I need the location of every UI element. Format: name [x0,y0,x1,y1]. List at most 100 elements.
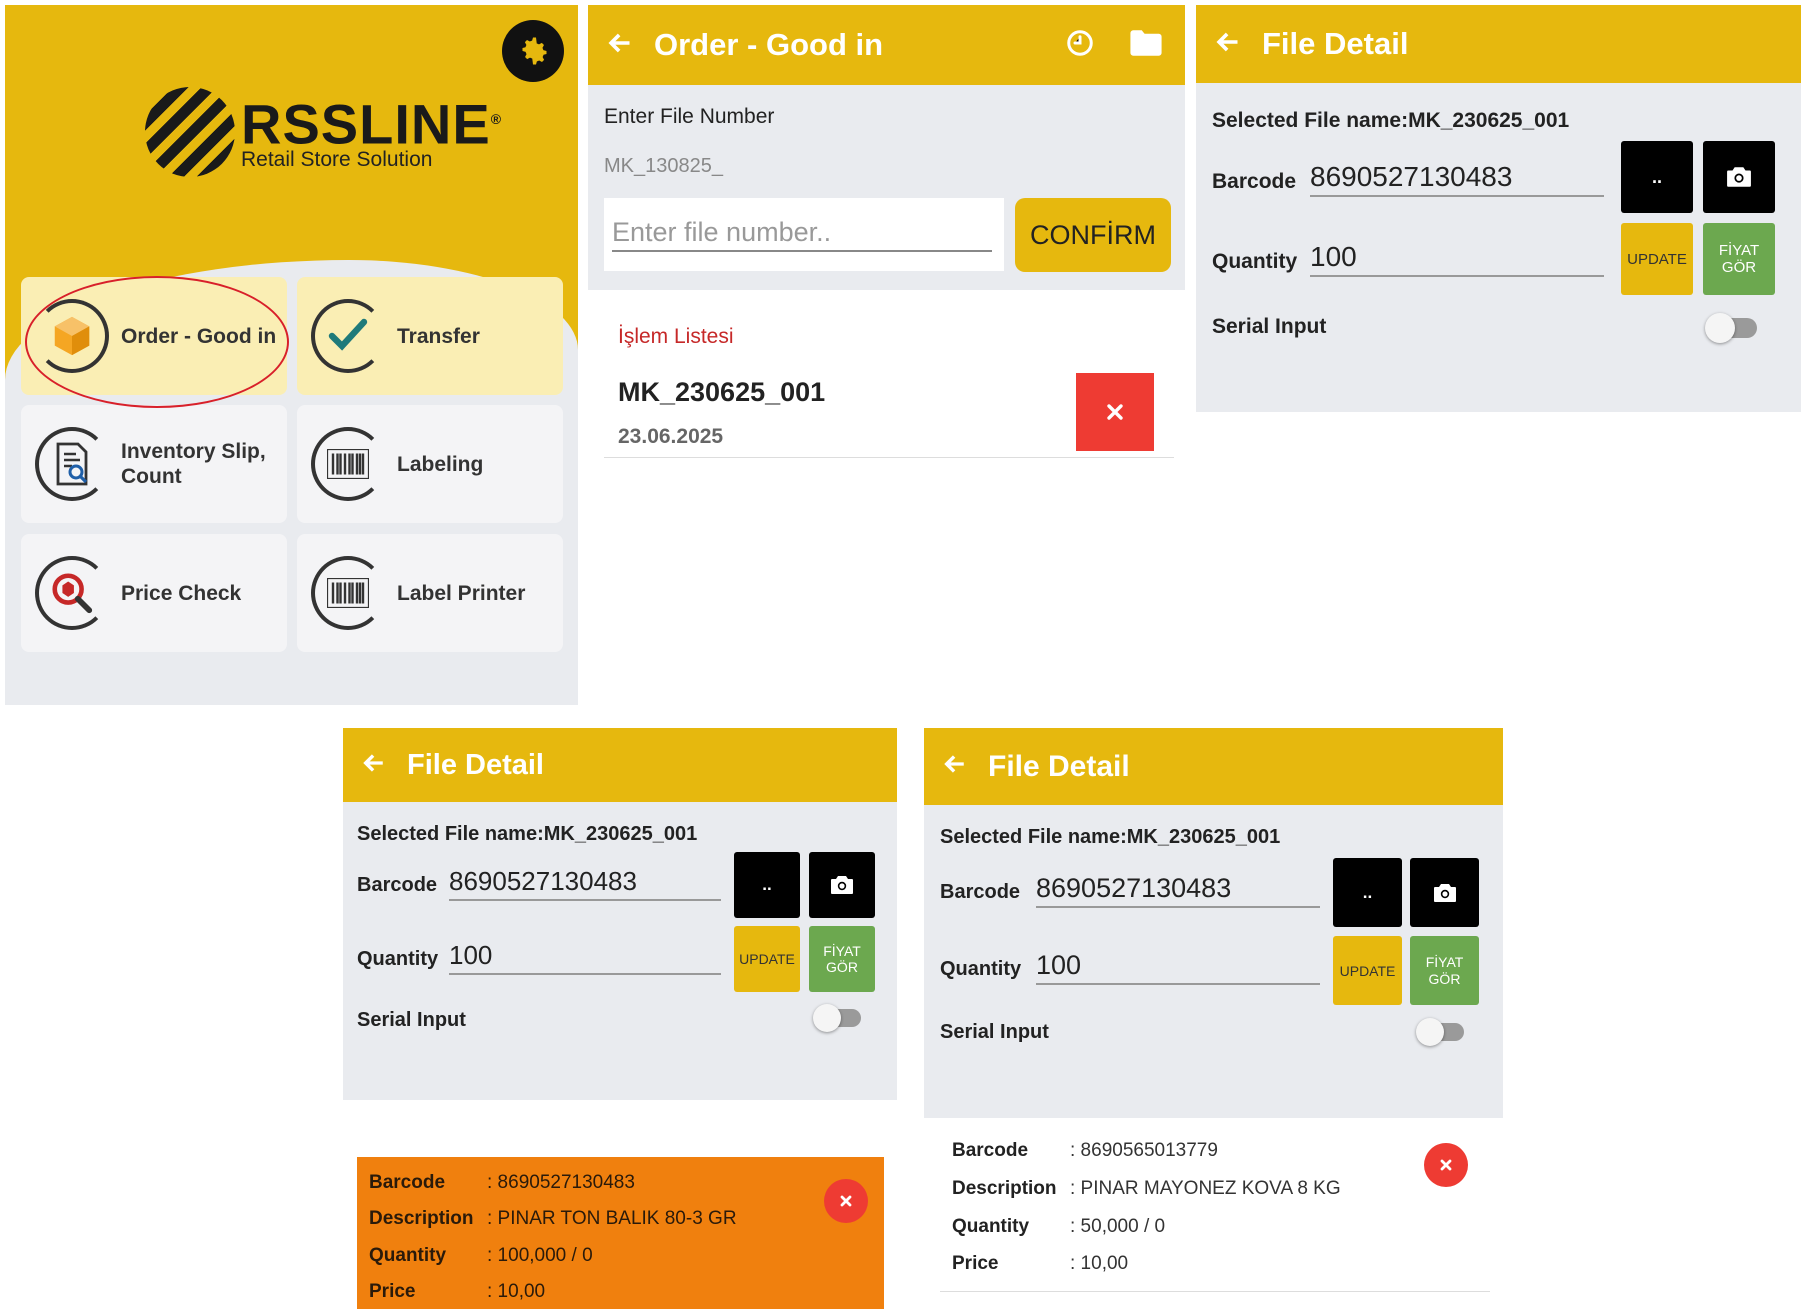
close-icon [1440,1159,1452,1171]
barcode-icon [311,556,385,630]
file-detail-screen: File Detail Selected File name:MK_230625… [1196,5,1801,412]
back-arrow-icon[interactable] [604,29,634,62]
file-detail-header: File Detail [1196,5,1801,83]
logo-stripes-icon [145,87,235,177]
fiyat-gor-button[interactable]: FİYAT GÖR [1703,223,1775,295]
dots-button[interactable]: .. [1621,141,1693,213]
card-price-key: Price [952,1253,999,1274]
camera-icon [831,876,853,894]
back-arrow-icon[interactable] [940,751,968,782]
card-quantity-key: Quantity [952,1216,1030,1237]
page-title: File Detail [988,749,1130,783]
folder-icon[interactable] [1129,28,1163,63]
selected-file-name: Selected File name:MK_230625_001 [1212,109,1570,132]
tile-transfer[interactable]: Transfer [297,277,563,395]
delete-item-button[interactable] [1424,1143,1468,1187]
card-quantity-value: : 50,000 / 0 [1070,1216,1166,1237]
transaction-list-title: İşlem Listesi [618,325,734,348]
update-button[interactable]: UPDATE [734,926,800,992]
camera-icon [1433,883,1456,902]
file-prefix: MK_130825_ [604,155,723,177]
order-header: Order - Good in [588,5,1185,85]
file-number-input[interactable] [612,214,992,252]
update-button[interactable]: UPDATE [1621,223,1693,295]
card-barcode-value: : 8690527130483 [487,1172,635,1193]
camera-button[interactable] [1703,141,1775,213]
camera-button[interactable] [1410,858,1479,927]
barcode-label: Barcode [940,881,1021,903]
fiyat-line-1: FİYAT [823,942,861,959]
serial-input-toggle[interactable] [813,1004,861,1032]
confirm-button[interactable]: CONFİRM [1015,198,1171,272]
delete-item-button[interactable] [824,1179,868,1223]
serial-input-label: Serial Input [357,1009,466,1031]
barcode-input[interactable]: 8690527130483 [449,866,721,901]
fiyat-line-2: GÖR [1721,259,1757,276]
card-price-key: Price [369,1281,416,1302]
order-good-in-screen: Order - Good in Enter File Number MK_130… [588,5,1185,460]
magnifier-icon [35,556,109,630]
tile-label: Labeling [397,452,484,476]
fiyat-line-1: FİYAT [1425,954,1464,971]
tile-label-printer[interactable]: Label Printer [297,534,563,652]
card-description-key: Description [369,1208,474,1229]
selected-file-name: Selected File name:MK_230625_001 [357,823,698,845]
fiyat-line-2: GÖR [1428,970,1461,987]
tile-label: Transfer [397,324,480,348]
item-card-selected[interactable]: Barcode: 8690527130483 Description: PINA… [357,1157,884,1309]
barcode-label: Barcode [1212,170,1297,193]
barcode-input[interactable]: 8690527130483 [1310,161,1604,197]
barcode-icon [311,427,385,501]
card-quantity-value: : 100,000 / 0 [487,1245,593,1266]
tile-label: Inventory Slip, Count [121,440,266,488]
settings-gear-icon[interactable] [502,20,564,82]
card-barcode-value: : 8690565013779 [1070,1140,1218,1161]
item-card[interactable]: Barcode: 8690565013779 Description: PINA… [940,1130,1490,1292]
fiyat-line-2: GÖR [826,959,858,975]
dots-button[interactable]: .. [734,852,800,918]
dots-button[interactable]: .. [1333,858,1402,927]
divider [604,457,1174,458]
camera-button[interactable] [809,852,875,918]
close-icon [1107,404,1123,420]
serial-input-toggle[interactable] [1416,1018,1464,1046]
rssline-logo: RSSLINE® Retail Store Solution [145,87,502,177]
serial-input-label: Serial Input [940,1021,1049,1043]
page-title: Order - Good in [654,27,884,62]
fiyat-gor-button[interactable]: FİYAT GÖR [1410,936,1479,1005]
tile-labeling[interactable]: Labeling [297,405,563,523]
file-input-box [604,198,1004,271]
fiyat-line-1: FİYAT [1718,241,1760,259]
fiyat-gor-button[interactable]: FİYAT GÖR [809,926,875,992]
page-title: File Detail [1262,26,1409,61]
tile-inventory-slip-count[interactable]: Inventory Slip, Count [21,405,287,523]
card-description-value: : PINAR MAYONEZ KOVA 8 KG [1070,1178,1341,1199]
checkmark-icon [311,299,385,373]
file-detail-header: File Detail [343,728,897,802]
quantity-input[interactable]: 100 [1310,241,1604,277]
tile-label: Label Printer [397,581,526,605]
page-title: File Detail [407,748,544,781]
quantity-input[interactable]: 100 [449,940,721,975]
close-icon [840,1195,852,1207]
quantity-label: Quantity [940,958,1022,980]
serial-input-label: Serial Input [1212,315,1327,338]
document-search-icon [35,427,109,501]
brand-name: RSSLINE [241,92,491,156]
file-detail-screen: File Detail Selected File name:MK_230625… [924,728,1503,1118]
serial-input-toggle[interactable] [1705,313,1757,343]
back-arrow-icon[interactable] [1212,28,1242,61]
selected-file-name: Selected File name:MK_230625_001 [940,826,1281,848]
update-button[interactable]: UPDATE [1333,936,1402,1005]
history-clock-icon[interactable] [1065,28,1095,63]
quantity-label: Quantity [357,948,439,970]
card-barcode-key: Barcode [952,1140,1029,1161]
card-description-value: : PINAR TON BALIK 80-3 GR [487,1208,737,1229]
tile-price-check[interactable]: Price Check [21,534,287,652]
barcode-input[interactable]: 8690527130483 [1036,873,1320,908]
list-item-code[interactable]: MK_230625_001 [618,377,825,408]
quantity-input[interactable]: 100 [1036,950,1320,985]
file-detail-header: File Detail [924,728,1503,805]
back-arrow-icon[interactable] [359,750,387,781]
delete-button[interactable] [1076,373,1154,451]
